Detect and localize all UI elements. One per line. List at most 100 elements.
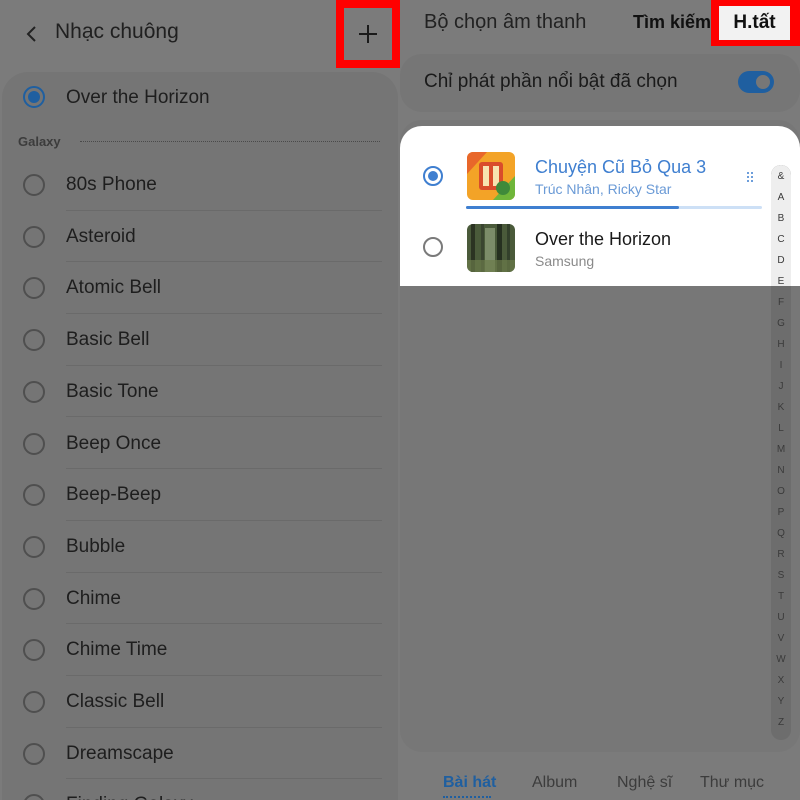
drag-handle-icon[interactable] bbox=[746, 171, 754, 185]
radio-button[interactable] bbox=[23, 587, 45, 610]
ringtone-label: Bubble bbox=[66, 535, 126, 557]
ringtone-item[interactable]: Asteroid bbox=[0, 211, 400, 263]
ringtone-label: Atomic Bell bbox=[66, 277, 162, 299]
song-radio[interactable] bbox=[423, 237, 443, 257]
playback-progress[interactable] bbox=[466, 206, 762, 209]
song-artist: Samsung bbox=[535, 253, 595, 269]
ringtone-item[interactable]: Chime bbox=[0, 573, 400, 625]
ringtone-item-selected[interactable]: Over the Horizon bbox=[2, 72, 398, 122]
picker-title: Bộ chọn âm thanh bbox=[424, 11, 587, 33]
song-item[interactable]: Chuyện Cũ Bỏ Qua 3 Trúc Nhân, Ricky Star bbox=[400, 126, 800, 212]
song-list: Chuyện Cũ Bỏ Qua 3 Trúc Nhân, Ricky Star bbox=[400, 126, 800, 286]
radio-button[interactable] bbox=[23, 691, 45, 713]
ringtone-item[interactable]: Dreamscape bbox=[0, 728, 400, 780]
section-header: Galaxy bbox=[18, 134, 61, 149]
radio-button[interactable] bbox=[23, 380, 45, 403]
alphabet-index-letters: & A B C D E F G H I J K L M N O P Q R S T U V W X Y Z bbox=[771, 165, 791, 740]
highlight-setting[interactable]: Chỉ phát phần nổi bật đã chọn bbox=[400, 54, 800, 112]
ringtone-label: 80s Phone bbox=[66, 174, 157, 195]
plus-icon bbox=[359, 25, 377, 43]
index-letter[interactable]: M bbox=[771, 444, 791, 455]
ringtone-item[interactable]: Atomic Bell bbox=[0, 262, 400, 315]
ringtone-label: Asteroid bbox=[66, 225, 136, 247]
ringtone-item[interactable]: Bubble bbox=[0, 521, 400, 573]
ringtone-item[interactable]: Basic Tone bbox=[0, 366, 400, 418]
index-letter[interactable]: Q bbox=[771, 528, 791, 539]
index-letter[interactable]: D bbox=[771, 255, 791, 266]
index-letter[interactable]: B bbox=[771, 213, 791, 224]
index-letter[interactable]: S bbox=[771, 570, 791, 581]
tab-artists[interactable]: Nghệ sĩ bbox=[617, 774, 672, 792]
song-radio-selected[interactable] bbox=[423, 166, 443, 186]
done-button[interactable]: H.tất bbox=[719, 6, 790, 40]
ringtone-label: Chime bbox=[66, 587, 121, 609]
index-letter[interactable]: & bbox=[771, 171, 791, 182]
index-letter[interactable]: Z bbox=[771, 717, 791, 728]
index-letter[interactable]: W bbox=[771, 654, 791, 665]
ringtone-label: Over the Horizon bbox=[66, 87, 210, 108]
radio-button[interactable] bbox=[23, 794, 45, 800]
index-letter[interactable]: J bbox=[771, 381, 791, 392]
radio-button[interactable] bbox=[23, 639, 45, 662]
index-letter[interactable]: F bbox=[771, 297, 791, 308]
radio-button[interactable] bbox=[23, 484, 45, 507]
album-art-image bbox=[467, 152, 515, 200]
tab-bar: Bài hát Album Nghệ sĩ Thư mục bbox=[400, 766, 800, 800]
index-letter[interactable]: G bbox=[771, 318, 791, 329]
radio-button[interactable] bbox=[23, 174, 45, 196]
index-letter[interactable]: X bbox=[771, 675, 791, 686]
radio-selected[interactable] bbox=[23, 86, 45, 108]
song-title: Over the Horizon bbox=[535, 229, 672, 249]
radio-button[interactable] bbox=[23, 432, 45, 455]
playback-progress-fill bbox=[466, 206, 680, 209]
index-letter[interactable]: I bbox=[771, 360, 791, 371]
radio-button[interactable] bbox=[23, 535, 45, 558]
ringtone-item[interactable]: Beep-Beep bbox=[0, 469, 400, 521]
ringtone-item[interactable]: Classic Bell bbox=[0, 676, 400, 728]
tab-songs[interactable]: Bài hát bbox=[443, 774, 496, 792]
ringtone-label: Classic Bell bbox=[66, 691, 165, 712]
index-letter[interactable]: V bbox=[771, 633, 791, 644]
tab-albums[interactable]: Album bbox=[532, 774, 577, 792]
radio-button[interactable] bbox=[23, 225, 45, 248]
ringtone-label: Chime Time bbox=[66, 639, 168, 661]
done-button-highlight: H.tất bbox=[711, 0, 800, 46]
ringtone-item[interactable]: Finding Galaxy bbox=[0, 779, 400, 800]
radio-button[interactable] bbox=[23, 742, 45, 765]
index-letter[interactable]: L bbox=[771, 423, 791, 434]
album-art-image bbox=[467, 224, 515, 272]
index-letter[interactable]: U bbox=[771, 612, 791, 623]
add-button-highlight bbox=[336, 0, 400, 68]
highlight-label: Chỉ phát phần nổi bật đã chọn bbox=[424, 71, 678, 92]
add-ringtone-button[interactable] bbox=[344, 8, 392, 60]
song-artist: Trúc Nhân, Ricky Star bbox=[535, 181, 672, 197]
song-item[interactable]: Over the Horizon Samsung bbox=[400, 214, 770, 286]
index-letter[interactable]: R bbox=[771, 549, 791, 560]
ringtone-label: Beep-Beep bbox=[66, 484, 162, 506]
index-letter[interactable]: E bbox=[771, 276, 791, 287]
page-title: Nhạc chuông bbox=[55, 20, 179, 43]
active-tab-indicator bbox=[443, 796, 491, 798]
radio-button[interactable] bbox=[23, 329, 45, 352]
index-letter[interactable]: O bbox=[771, 486, 791, 497]
back-arrow-icon[interactable] bbox=[20, 22, 44, 46]
ringtone-item[interactable]: Basic Bell bbox=[0, 314, 400, 366]
index-letter[interactable]: K bbox=[771, 402, 791, 413]
highlight-toggle[interactable] bbox=[738, 71, 774, 93]
radio-button[interactable] bbox=[23, 277, 45, 300]
section-divider bbox=[80, 141, 380, 142]
index-letter[interactable]: A bbox=[771, 192, 791, 203]
ringtone-item[interactable]: 80s Phone bbox=[0, 159, 400, 211]
ringtone-pane: Nhạc chuông Over the Horizon Galaxy 80s … bbox=[0, 0, 400, 800]
index-letter[interactable]: C bbox=[771, 234, 791, 245]
ringtone-item[interactable]: Beep Once bbox=[0, 418, 400, 470]
index-letter[interactable]: H bbox=[771, 339, 791, 350]
ringtone-label: Dreamscape bbox=[66, 742, 174, 764]
ringtone-item[interactable]: Chime Time bbox=[0, 624, 400, 676]
tab-folders[interactable]: Thư mục bbox=[700, 774, 764, 792]
index-letter[interactable]: N bbox=[771, 465, 791, 476]
search-button[interactable]: Tìm kiếm bbox=[633, 12, 711, 33]
index-letter[interactable]: Y bbox=[771, 696, 791, 707]
index-letter[interactable]: P bbox=[771, 507, 791, 518]
index-letter[interactable]: T bbox=[771, 591, 791, 602]
